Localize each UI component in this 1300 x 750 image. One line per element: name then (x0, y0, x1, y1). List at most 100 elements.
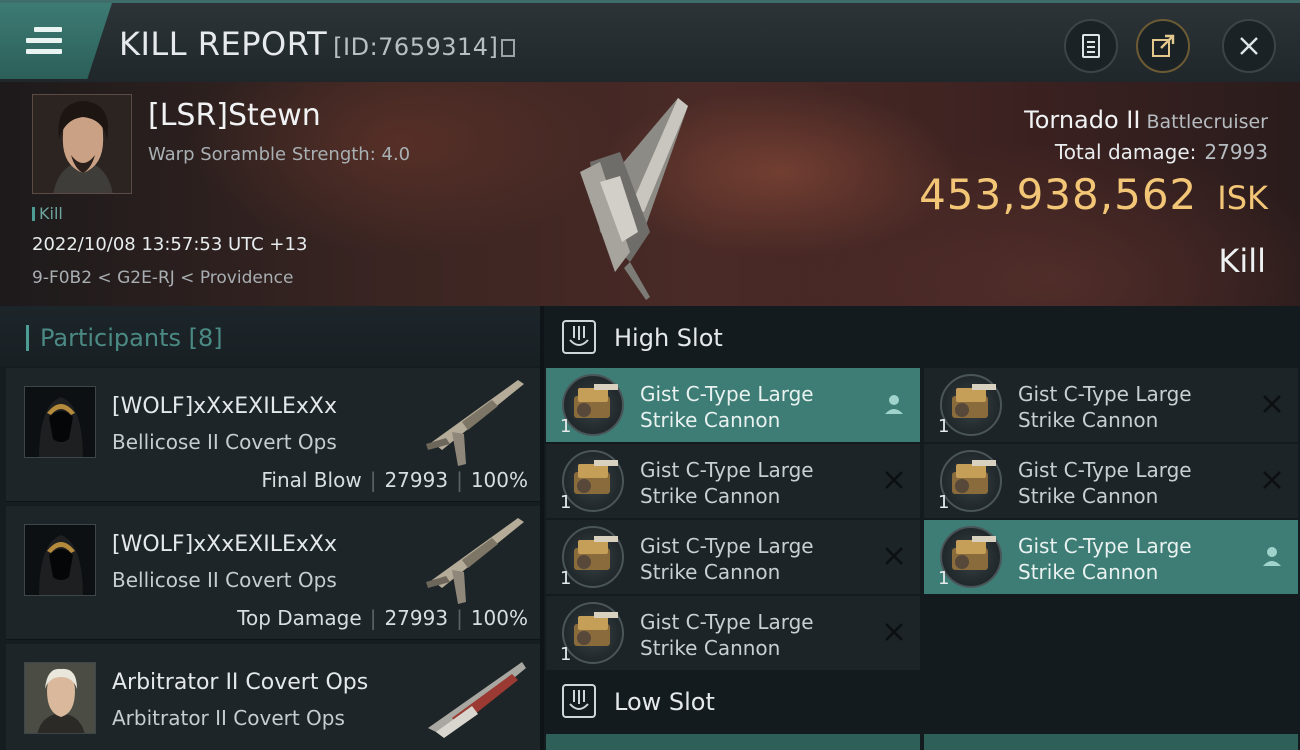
module-quantity: 1 (938, 492, 950, 513)
fitting-panel[interactable]: High Slot 1 Gist C-Type Large Strike Cann… (544, 306, 1300, 750)
participant-ship: Arbitrator II Covert Ops (112, 706, 345, 730)
participant-ship-image (426, 380, 524, 466)
module-slot[interactable]: 1 Gist C-Type Large Strike Cannon (546, 596, 920, 670)
victim-pilot-name[interactable]: [LSR]Stewn (148, 98, 321, 133)
participant-avatar (24, 386, 96, 458)
hamburger-icon (26, 27, 62, 55)
kill-location: 9-F0B2 < G2E-RJ < Providence (32, 268, 294, 288)
module-slot[interactable]: 1 Gist C-Type Large Strike Cannon (546, 368, 920, 442)
module-name-line2: Strike Cannon (640, 636, 781, 660)
close-icon (1240, 37, 1258, 55)
module-name-line2: Strike Cannon (640, 560, 781, 584)
participant-avatar (24, 524, 96, 596)
participant-name: [WOLF]xXxEXILExXx (112, 394, 337, 419)
page-title: KILL REPORT [ID:7659314] (119, 25, 516, 63)
participant-damage: 27993 (384, 468, 449, 492)
share-button[interactable] (1136, 19, 1190, 73)
victim-ship: Tornado II Battlecruiser (1024, 106, 1268, 134)
module-slot[interactable]: 1 Gist C-Type Large Strike Cannon (546, 444, 920, 518)
participant-role: Final Blow (261, 468, 362, 492)
x-icon (885, 471, 903, 489)
participant-ship: Bellicose II Covert Ops (112, 430, 337, 454)
module-slot[interactable]: 1 Gist C-Type Large Strike Cannon (924, 444, 1298, 518)
participant-percent: 100% (470, 468, 528, 492)
x-icon (1263, 471, 1281, 489)
module-slot[interactable]: 1 Gist C-Type Large Strike Cannon (924, 368, 1298, 442)
victim-ship-class: Battlecruiser (1146, 111, 1268, 133)
x-icon (1263, 395, 1281, 413)
isk-unit: ISK (1217, 179, 1268, 217)
warp-scramble-strength: Warp Soramble Strength: 4.0 (148, 144, 411, 165)
module-quantity: 1 (938, 568, 950, 589)
total-damage-value: 27993 (1204, 140, 1268, 164)
module-quantity: 1 (560, 492, 572, 513)
kill-tag: Kill (32, 204, 63, 223)
participant-stats: Final Blow | 27993 | 100% (261, 468, 528, 492)
clipboard-button[interactable] (1064, 19, 1118, 73)
participant-name: [WOLF]xXxEXILExXx (112, 532, 337, 557)
module-quantity: 1 (560, 644, 572, 665)
module-name: Gist C-Type Large Strike Cannon (640, 533, 860, 585)
total-damage: Total damage: 27993 (1055, 140, 1268, 164)
module-name-line1: Gist C-Type Large (640, 534, 814, 558)
copy-icon[interactable] (501, 39, 516, 57)
x-icon (885, 623, 903, 641)
participant-percent: 100% (470, 606, 528, 630)
isk-value: 453,938,562 ISK (919, 170, 1268, 219)
share-icon (1152, 34, 1175, 57)
low-slot-header: Low Slot (544, 670, 1300, 730)
participants-panel[interactable]: Participants [8] [WOLF]xXxEXILExXx Belli… (0, 306, 540, 750)
module-slot[interactable]: 1 Gist C-Type Large Strike Cannon (546, 520, 920, 594)
participant-avatar (24, 662, 96, 734)
module-name-line1: Gist C-Type Large (1018, 382, 1192, 406)
total-damage-label: Total damage: (1054, 140, 1197, 164)
victim-ship-name[interactable]: Tornado II (1024, 106, 1140, 134)
module-name-line1: Gist C-Type Large (640, 458, 814, 482)
participant-card[interactable]: [WOLF]xXxEXILExXx Bellicose II Covert Op… (6, 368, 540, 502)
participant-card[interactable]: Arbitrator II Covert Ops Arbitrator II C… (6, 644, 540, 750)
module-name: Gist C-Type Large Strike Cannon (640, 381, 860, 433)
module-name: Gist C-Type Large Strike Cannon (640, 457, 860, 509)
menu-button[interactable] (0, 3, 112, 79)
kill-datetime: 2022/10/08 13:57:53 UTC +13 (32, 234, 308, 255)
close-button[interactable] (1222, 19, 1276, 73)
victim-avatar[interactable] (32, 94, 132, 194)
report-id: [ID:7659314] (333, 33, 499, 61)
module-name-line2: Strike Cannon (1018, 484, 1159, 508)
module-name-line1: Gist C-Type Large (1018, 534, 1192, 558)
module-name-line1: Gist C-Type Large (640, 382, 814, 406)
module-name-line1: Gist C-Type Large (640, 610, 814, 634)
clipboard-icon (1082, 34, 1100, 58)
low-slot-module-partial[interactable] (924, 734, 1298, 750)
participant-ship-image (426, 518, 524, 604)
high-slot-label: High Slot (614, 324, 723, 352)
participant-ship: Bellicose II Covert Ops (112, 568, 337, 592)
module-name-line2: Strike Cannon (1018, 560, 1159, 584)
module-name-line2: Strike Cannon (1018, 408, 1159, 432)
module-slot[interactable]: 1 Gist C-Type Large Strike Cannon (924, 520, 1298, 594)
low-slot-module-partial[interactable] (546, 734, 920, 750)
module-name-line1: Gist C-Type Large (1018, 458, 1192, 482)
module-name-line2: Strike Cannon (640, 408, 781, 432)
page-title-text: KILL REPORT (119, 25, 328, 63)
participants-label: Participants (40, 324, 181, 352)
module-name: Gist C-Type Large Strike Cannon (1018, 533, 1238, 585)
low-slot-icon (562, 684, 596, 718)
pilot-icon (885, 395, 903, 414)
high-slot-header: High Slot (544, 306, 1300, 366)
victim-summary: [LSR]Stewn Warp Soramble Strength: 4.0 K… (0, 82, 1300, 306)
module-quantity: 1 (938, 416, 950, 437)
pilot-icon (1263, 547, 1281, 566)
participant-role: Top Damage (237, 606, 362, 630)
victim-ship-image (580, 98, 688, 300)
report-result: Kill (1218, 242, 1266, 280)
participants-header: Participants [8] (0, 306, 540, 366)
participant-stats: Top Damage | 27993 | 100% (237, 606, 528, 630)
participants-count: [8] (188, 324, 223, 352)
participant-damage: 27993 (384, 606, 449, 630)
module-quantity: 1 (560, 416, 572, 437)
module-name-line2: Strike Cannon (640, 484, 781, 508)
participant-name: Arbitrator II Covert Ops (112, 670, 369, 695)
isk-amount: 453,938,562 (919, 170, 1198, 219)
participant-card[interactable]: [WOLF]xXxEXILExXx Bellicose II Covert Op… (6, 506, 540, 640)
